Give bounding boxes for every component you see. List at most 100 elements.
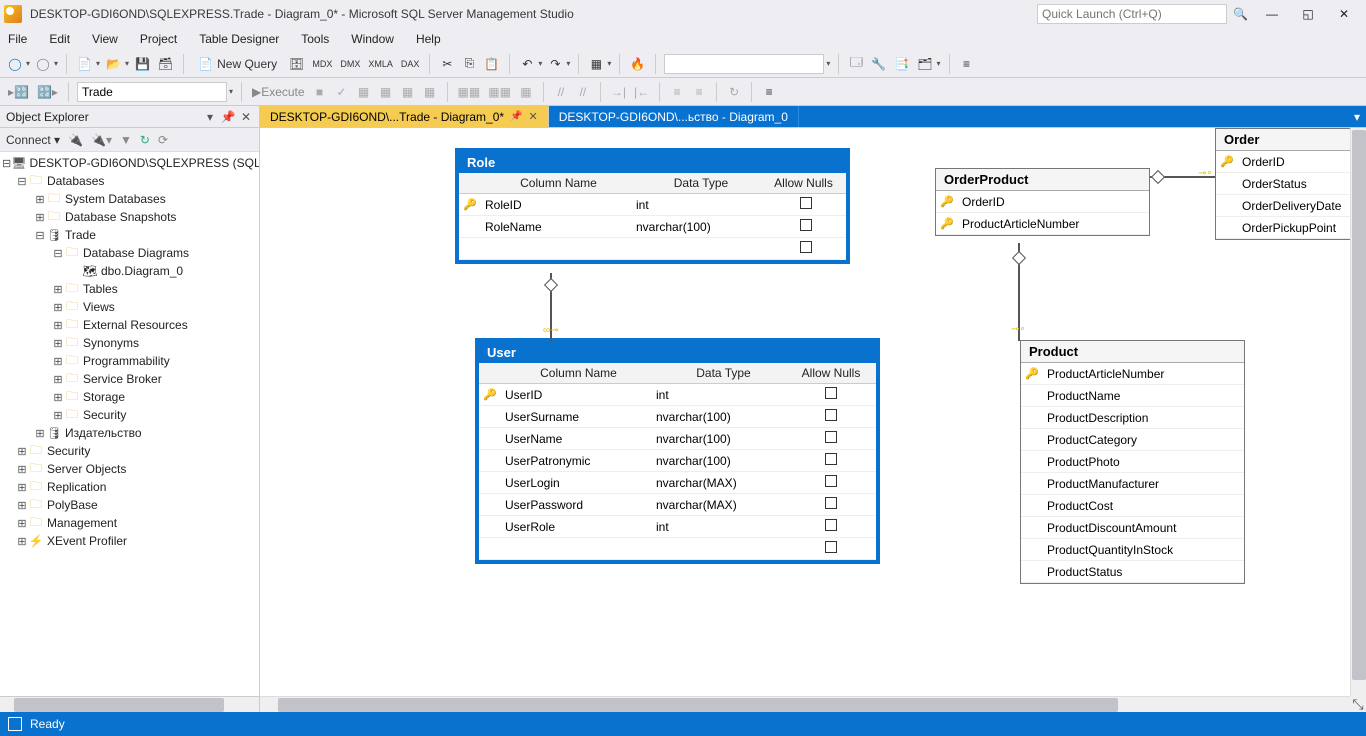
redo-dropdown-icon[interactable]: ▾ <box>566 59 570 68</box>
collapse-icon[interactable]: ⊟ <box>34 229 46 242</box>
checkbox-icon[interactable] <box>800 241 812 253</box>
table-row[interactable]: UserPasswordnvarchar(MAX) <box>479 494 876 516</box>
izdat-node[interactable]: Издательство <box>65 426 142 440</box>
properties-icon[interactable]: ▦ <box>587 53 605 75</box>
sysdb-node[interactable]: System Databases <box>65 192 166 206</box>
dax-query-icon[interactable]: DAX <box>399 53 422 75</box>
checkbox-icon[interactable] <box>825 519 837 531</box>
copy-icon[interactable]: ⎘ <box>460 53 478 75</box>
properties-dropdown-icon[interactable]: ▾ <box>607 59 611 68</box>
cut-icon[interactable]: ✂ <box>438 53 456 75</box>
tab-overflow-icon[interactable]: ▾ <box>1348 106 1366 127</box>
expand-icon[interactable]: ⊞ <box>16 535 28 548</box>
stop-icon[interactable]: ■ <box>311 81 329 103</box>
comment-icon[interactable]: // <box>552 81 570 103</box>
checkbox-icon[interactable] <box>825 431 837 443</box>
table-row[interactable] <box>479 538 876 560</box>
server-node[interactable]: DESKTOP-GDI6OND\SQLEXPRESS (SQL <box>29 156 259 170</box>
menu-window[interactable]: Window <box>351 32 394 46</box>
expand-icon[interactable]: ⊞ <box>52 355 64 368</box>
canvas-hscroll[interactable] <box>260 696 1350 712</box>
db-engine-query-icon[interactable]: 🗄 <box>287 53 306 75</box>
expand-icon[interactable]: ⊞ <box>16 481 28 494</box>
expand-icon[interactable]: ⊞ <box>16 499 28 512</box>
minimize-button[interactable]: — <box>1254 3 1290 25</box>
allow-nulls-cell[interactable] <box>786 409 876 424</box>
save-all-icon[interactable]: 🗃 <box>156 53 175 75</box>
restore-button[interactable]: ◱ <box>1290 3 1326 25</box>
checkbox-icon[interactable] <box>825 387 837 399</box>
table-row[interactable]: RoleNamenvarchar(100) <box>459 216 846 238</box>
table-row[interactable]: UserRoleint <box>479 516 876 538</box>
overflow2-icon[interactable]: ≡ <box>760 81 778 103</box>
allow-nulls-cell[interactable] <box>786 387 876 402</box>
table-row[interactable]: 🔑ProductArticleNumber <box>1021 363 1244 385</box>
plan3-icon[interactable]: ▦ <box>399 81 417 103</box>
dmx-query-icon[interactable]: DMX <box>338 53 362 75</box>
canvas-vscroll[interactable] <box>1350 128 1366 696</box>
xevent-node[interactable]: XEvent Profiler <box>47 534 127 548</box>
database-combo-dropdown-icon[interactable]: ▾ <box>229 87 233 96</box>
menu-help[interactable]: Help <box>416 32 441 46</box>
table-row[interactable]: UserNamenvarchar(100) <box>479 428 876 450</box>
uncomment-icon[interactable]: // <box>574 81 592 103</box>
snapshots-node[interactable]: Database Snapshots <box>65 210 176 224</box>
allow-nulls-cell[interactable] <box>766 197 846 212</box>
expand-icon[interactable]: ⊞ <box>52 373 64 386</box>
table-row[interactable]: ProductStatus <box>1021 561 1244 583</box>
expand-icon[interactable]: ⊞ <box>16 517 28 530</box>
table-row[interactable]: 🔑OrderID <box>1216 151 1350 173</box>
menu-project[interactable]: Project <box>140 32 177 46</box>
expand-icon[interactable]: ⊞ <box>52 409 64 422</box>
trade-node[interactable]: Trade <box>65 228 96 242</box>
expand-icon[interactable]: ⊞ <box>16 445 28 458</box>
table-row[interactable]: ProductCost <box>1021 495 1244 517</box>
collapse-icon[interactable]: ⊟ <box>2 157 11 170</box>
close-button[interactable]: ✕ <box>1326 3 1362 25</box>
table-row[interactable]: UserSurnamenvarchar(100) <box>479 406 876 428</box>
overflow-icon[interactable]: ≡ <box>958 53 976 75</box>
checkbox-icon[interactable] <box>800 197 812 209</box>
mdx-query-icon[interactable]: MDX <box>310 53 334 75</box>
new-project-dropdown-icon[interactable]: ▾ <box>96 59 100 68</box>
table-row[interactable]: 🔑UserIDint <box>479 384 876 406</box>
help-icon[interactable]: ↻ <box>725 81 743 103</box>
filter-icon[interactable]: ▼ <box>120 133 132 147</box>
checkbox-icon[interactable] <box>825 541 837 553</box>
expand-icon[interactable]: ⊞ <box>52 337 64 350</box>
forward-button[interactable]: ◯ <box>34 53 52 75</box>
allow-nulls-cell[interactable] <box>786 541 876 556</box>
find-combo-dropdown-icon[interactable]: ▾ <box>826 59 830 68</box>
management-node[interactable]: Management <box>47 516 117 530</box>
sbroker-node[interactable]: Service Broker <box>83 372 162 386</box>
replication-node[interactable]: Replication <box>47 480 106 494</box>
prog-node[interactable]: Programmability <box>83 354 170 368</box>
save-icon[interactable]: 💾 <box>133 53 152 75</box>
indent-icon[interactable]: →| <box>609 81 628 103</box>
forward-dropdown-icon[interactable]: ▾ <box>54 59 58 68</box>
parse-icon[interactable]: 🔡▸ <box>35 81 60 103</box>
table-row[interactable]: ProductQuantityInStock <box>1021 539 1244 561</box>
tool-icon[interactable]: 🔧 <box>869 53 888 75</box>
collapse-icon[interactable]: ⊟ <box>16 175 28 188</box>
extres-node[interactable]: External Resources <box>83 318 188 332</box>
diagram-table-user[interactable]: User Column NameData TypeAllow Nulls 🔑Us… <box>475 338 880 564</box>
checkbox-icon[interactable] <box>825 497 837 509</box>
registered-servers-icon[interactable]: 🗔 <box>847 53 865 75</box>
table-row[interactable]: 🔑ProductArticleNumber <box>936 213 1149 235</box>
allow-nulls-cell[interactable] <box>786 519 876 534</box>
expand-icon[interactable]: ⊞ <box>16 463 28 476</box>
check-icon[interactable]: ✓ <box>333 81 351 103</box>
back-button[interactable]: ◯ <box>6 53 24 75</box>
tab-close-icon[interactable]: ✕ <box>529 110 538 123</box>
open-dropdown-icon[interactable]: ▾ <box>125 59 129 68</box>
expand-icon[interactable]: ⊞ <box>52 391 64 404</box>
menu-table-designer[interactable]: Table Designer <box>199 32 279 46</box>
object-explorer-hscroll[interactable] <box>0 696 259 712</box>
results-grid-icon[interactable]: ▦▦ <box>456 81 483 103</box>
connect-button[interactable]: Connect ▾ <box>6 133 60 147</box>
new-query-button[interactable]: 📄 New Query <box>192 53 283 75</box>
expand-icon[interactable]: ⊞ <box>52 319 64 332</box>
expand-icon[interactable]: ⊞ <box>52 283 64 296</box>
open-icon[interactable]: 📂 <box>104 53 123 75</box>
